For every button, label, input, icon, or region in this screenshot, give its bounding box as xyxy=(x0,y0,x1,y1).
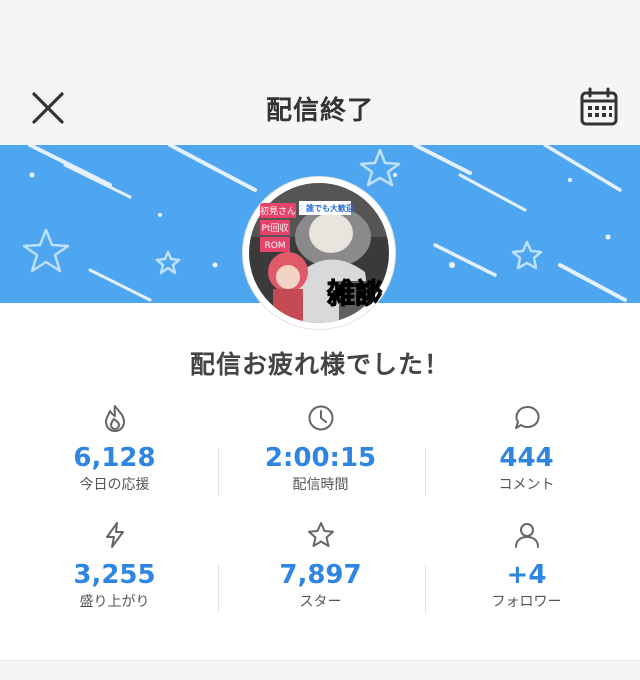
column-divider xyxy=(218,448,219,496)
stat-stream-time: 2:00:15 配信時間 xyxy=(214,403,427,495)
column-divider xyxy=(425,448,426,496)
stat-today-support: 6,128 今日の応援 xyxy=(8,403,221,495)
stat-value: 3,255 xyxy=(73,560,156,590)
page-title: 配信終了 xyxy=(265,96,374,126)
star-icon xyxy=(307,522,334,547)
lightning-icon xyxy=(105,522,124,548)
calendar-icon[interactable] xyxy=(578,86,620,128)
stat-label: スター xyxy=(299,594,342,610)
stat-comments: 444 コメント xyxy=(420,403,633,495)
stat-label: 盛り上がり xyxy=(79,594,150,610)
stat-excitement: 3,255 盛り上がり xyxy=(8,520,221,612)
stat-followers: +4 フォロワー xyxy=(420,520,633,612)
column-divider xyxy=(218,565,219,613)
avatar: 雑談 初見さん Pt回収 ROM ♡ 誰でも大歓迎 xyxy=(243,177,395,329)
comment-icon xyxy=(514,405,540,429)
person-icon xyxy=(514,523,539,548)
thanks-message: 配信お疲れ様でした！ xyxy=(189,350,450,379)
stat-value: 2:00:15 xyxy=(264,443,377,473)
top-bar: 配信終了 xyxy=(0,0,640,145)
stat-value: 7,897 xyxy=(279,560,362,590)
stat-label: フォロワー xyxy=(491,594,562,610)
flame-icon xyxy=(104,405,125,432)
clock-icon xyxy=(308,405,333,431)
stat-label: 配信時間 xyxy=(292,477,349,493)
stat-value: 6,128 xyxy=(73,443,156,473)
avatar-badge-second: Pt回収 xyxy=(262,222,289,234)
stat-label: 今日の応援 xyxy=(79,477,150,493)
bottom-area xyxy=(0,661,640,680)
avatar-image: 雑談 初見さん Pt回収 ROM ♡ 誰でも大歓迎 xyxy=(249,183,389,323)
avatar-badge-third: ROM xyxy=(264,241,285,251)
stat-label: コメント xyxy=(498,477,555,493)
column-divider xyxy=(425,565,426,613)
avatar-badge-first: 初見さん xyxy=(260,205,296,217)
avatar-top-banner: ♡ 誰でも大歓迎 xyxy=(296,203,354,213)
stat-value: 444 xyxy=(499,443,554,473)
stat-value: +4 xyxy=(506,560,547,590)
stat-stars: 7,897 スター xyxy=(214,520,427,612)
